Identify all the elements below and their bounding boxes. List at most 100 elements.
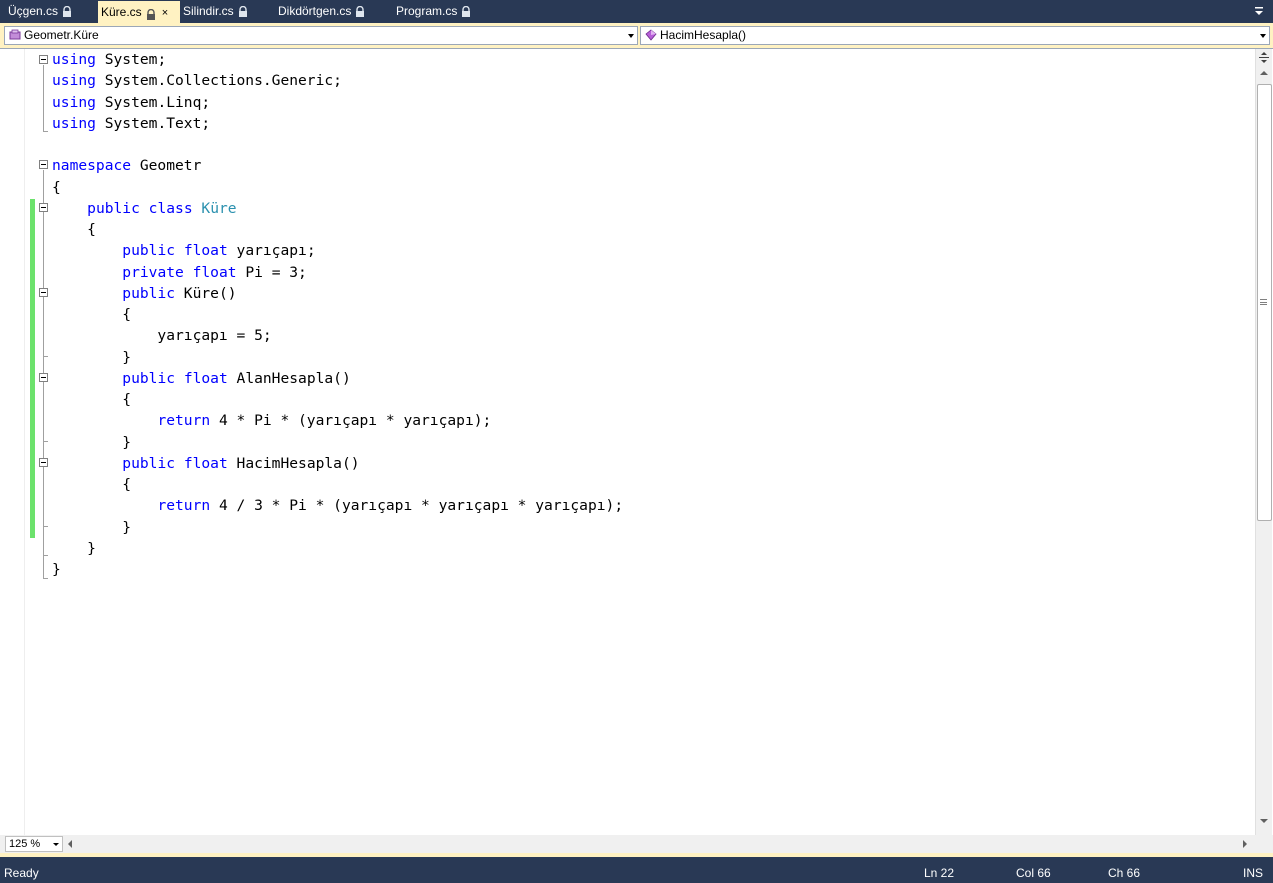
code-token: Küre()	[175, 284, 237, 302]
tab-list-dropdown-icon[interactable]	[1253, 4, 1265, 18]
status-insert-mode: INS	[1243, 866, 1264, 880]
outline-guide-end	[43, 356, 48, 357]
code-token: Pi = 3;	[236, 263, 307, 281]
tab-silindir[interactable]: Silindir.cs	[175, 2, 270, 21]
keyword-token: private	[122, 263, 184, 281]
close-tab-icon[interactable]: ×	[162, 2, 168, 24]
lock-icon	[355, 5, 365, 17]
code-line[interactable]: using System.Linq;	[52, 92, 210, 113]
code-line[interactable]: }	[52, 538, 96, 559]
code-token: }	[52, 561, 61, 578]
keyword-token: public	[122, 454, 176, 472]
code-line[interactable]: }	[52, 517, 131, 538]
zoom-dropdown[interactable]: 125 %	[5, 836, 63, 852]
split-window-icon[interactable]	[1257, 51, 1271, 65]
vertical-scrollbar[interactable]	[1255, 49, 1272, 836]
keyword-token: public	[122, 284, 176, 302]
code-line[interactable]: {	[52, 389, 131, 410]
code-line[interactable]: return 4 * Pi * (yarıçapı * yarıçapı);	[52, 410, 491, 431]
code-token: }	[52, 539, 96, 557]
code-token: {	[52, 306, 132, 323]
code-token: System;	[95, 51, 167, 68]
code-token: {	[52, 178, 61, 196]
collapse-icon[interactable]	[39, 288, 48, 297]
code-line[interactable]: {	[52, 177, 61, 198]
code-line[interactable]: using System.Text;	[52, 113, 210, 134]
lock-icon	[461, 5, 471, 17]
code-line[interactable]: public float AlanHesapla()	[52, 368, 351, 389]
lock-icon	[62, 5, 72, 17]
code-line[interactable]: using System;	[52, 49, 166, 70]
chevron-down-icon[interactable]	[1260, 34, 1266, 38]
keyword-token: using	[52, 72, 96, 90]
outline-guide-end	[43, 578, 48, 579]
tab-kure[interactable]: Küre.cs ×	[98, 1, 180, 23]
outline-guide	[43, 65, 44, 131]
code-line[interactable]: public class Küre	[52, 198, 237, 219]
tab-dikdortgen[interactable]: Dikdörtgen.cs	[270, 2, 388, 21]
code-line[interactable]: {	[52, 474, 131, 495]
keyword-token: return	[157, 412, 211, 430]
code-token: HacimHesapla()	[227, 454, 360, 472]
lock-icon	[146, 6, 156, 20]
class-selector-dropdown[interactable]: Geometr.Küre	[4, 26, 638, 45]
outline-guide-end	[43, 526, 48, 527]
code-token: AlanHesapla()	[227, 369, 351, 387]
tab-label: Dikdörtgen.cs	[278, 4, 352, 18]
collapse-icon[interactable]	[39, 55, 48, 64]
code-line[interactable]: public float yarıçapı;	[52, 240, 316, 261]
scroll-down-icon[interactable]	[1260, 819, 1268, 823]
scroll-up-icon[interactable]	[1260, 71, 1268, 75]
code-token: System.Text;	[95, 114, 211, 132]
status-bar: Ready Ln 22 Col 66 Ch 66 INS	[0, 857, 1273, 883]
code-line[interactable]: {	[52, 219, 96, 240]
type-token: Küre	[201, 199, 237, 217]
grip-icon	[1260, 299, 1267, 305]
code-token: }	[52, 348, 132, 366]
chevron-down-icon[interactable]	[628, 34, 634, 38]
outline-guide-end	[43, 555, 48, 556]
code-line[interactable]: using System.Collections.Generic;	[52, 70, 342, 91]
tab-ucgen[interactable]: Üçgen.cs	[0, 2, 90, 21]
code-line[interactable]: }	[52, 559, 61, 580]
keyword-token: class	[148, 199, 193, 217]
code-line[interactable]: private float Pi = 3;	[52, 262, 307, 283]
code-line[interactable]: namespace Geometr	[52, 155, 201, 176]
code-token: }	[52, 433, 132, 451]
indicator-margin	[0, 49, 25, 836]
code-token: {	[52, 391, 132, 408]
code-line[interactable]: {	[52, 304, 131, 325]
collapse-icon[interactable]	[39, 203, 48, 212]
keyword-token: float	[183, 369, 228, 387]
code-token: Geometr	[131, 157, 202, 175]
tab-label: Üçgen.cs	[8, 4, 59, 18]
keyword-token: float	[183, 454, 228, 472]
collapse-icon[interactable]	[39, 160, 48, 169]
code-editor[interactable]: using System; using System.Collections.Ge…	[0, 48, 1273, 836]
status-line: Ln 22	[924, 866, 955, 880]
code-line[interactable]: return 4 / 3 * Pi * (yarıçapı * yarıçapı…	[52, 495, 623, 516]
scroll-right-icon[interactable]	[1243, 840, 1247, 848]
code-token: System.Collections.Generic;	[95, 72, 342, 90]
scroll-left-icon[interactable]	[68, 840, 72, 848]
chevron-down-icon[interactable]	[53, 843, 59, 846]
code-line[interactable]: public float HacimHesapla()	[52, 453, 360, 474]
code-line[interactable]: public Küre()	[52, 283, 237, 304]
collapse-icon[interactable]	[39, 373, 48, 382]
keyword-token: public	[122, 242, 176, 260]
collapse-icon[interactable]	[39, 458, 48, 467]
tab-program[interactable]: Program.cs	[388, 2, 488, 21]
code-token: yarıçapı;	[227, 242, 316, 260]
keyword-token: namespace	[52, 157, 132, 175]
tab-label: Program.cs	[396, 4, 458, 18]
code-line[interactable]: yarıçapı = 5;	[52, 325, 271, 346]
code-token: {	[52, 221, 96, 238]
member-selector-dropdown[interactable]: HacimHesapla()	[640, 26, 1270, 45]
keyword-token: return	[157, 497, 211, 515]
code-line[interactable]: }	[52, 347, 131, 368]
code-line[interactable]: }	[52, 432, 131, 453]
